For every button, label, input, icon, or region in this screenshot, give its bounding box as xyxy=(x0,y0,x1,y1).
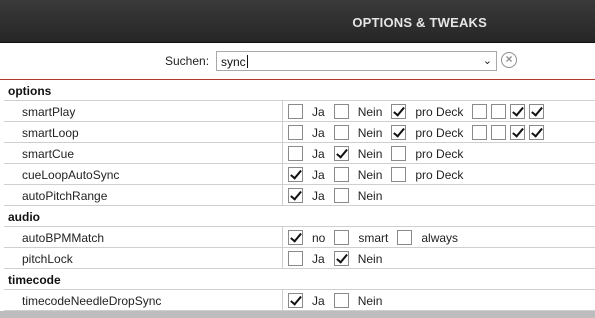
checkbox-label: Nein xyxy=(357,104,383,119)
deck-checkbox-4[interactable] xyxy=(529,125,545,140)
checkbox-label: Nein xyxy=(357,188,383,203)
checkbox-ja[interactable] xyxy=(288,167,303,182)
checkbox-label: Nein xyxy=(357,146,383,161)
checkbox-label: Nein xyxy=(357,125,383,140)
column-divider xyxy=(282,164,283,185)
option-controls: no smart always xyxy=(288,229,467,246)
checkbox-label: Ja xyxy=(312,146,325,161)
option-controls: Ja Nein xyxy=(288,187,391,204)
deck-checkbox-1[interactable] xyxy=(472,104,488,119)
checkbox-no[interactable] xyxy=(288,230,303,245)
checkbox-label: Ja xyxy=(312,188,325,203)
checkbox-label: no xyxy=(312,230,326,245)
option-controls: Ja Nein pro Deck xyxy=(288,166,472,183)
chevron-down-icon[interactable]: ⌄ xyxy=(483,54,492,67)
option-row-pitchLock: pitchLock Ja Nein xyxy=(4,248,595,269)
option-controls: Ja Nein pro Deck xyxy=(288,103,545,120)
option-name: smartPlay xyxy=(22,105,76,119)
search-input[interactable]: sync ⌄ xyxy=(216,51,497,71)
checkbox-label: pro Deck xyxy=(415,125,464,140)
search-label: Suchen: xyxy=(165,54,210,68)
checkbox-ja[interactable] xyxy=(288,251,303,266)
option-name: smartCue xyxy=(22,147,75,161)
column-divider xyxy=(282,248,283,269)
checkbox-label: Ja xyxy=(312,125,325,140)
deck-checkbox-2[interactable] xyxy=(491,125,507,140)
checkbox-nein[interactable] xyxy=(333,146,349,161)
deck-checkbox-3[interactable] xyxy=(510,125,526,140)
checkbox-nein[interactable] xyxy=(333,293,349,308)
checkbox-label: pro Deck xyxy=(415,146,464,161)
option-row-autoBPMMatch: autoBPMMatch no smart always xyxy=(4,227,595,248)
column-divider xyxy=(282,122,283,143)
option-name: timecodeNeedleDropSync xyxy=(22,294,162,308)
option-row-cueLoopAutoSync: cueLoopAutoSync Ja Nein pro Deck xyxy=(4,164,595,185)
column-divider xyxy=(282,143,283,164)
column-divider xyxy=(282,227,283,248)
column-divider xyxy=(282,290,283,311)
checkbox-nein[interactable] xyxy=(333,188,349,203)
checkbox-pro-deck[interactable] xyxy=(391,104,407,119)
checkbox-nein[interactable] xyxy=(333,251,349,266)
horizontal-scrollbar[interactable] xyxy=(0,311,595,318)
option-name: cueLoopAutoSync xyxy=(22,168,120,182)
checkbox-smart[interactable] xyxy=(334,230,350,245)
checkbox-nein[interactable] xyxy=(333,125,349,140)
checkbox-label: Ja xyxy=(312,104,325,119)
checkbox-label: pro Deck xyxy=(415,167,464,182)
checkbox-label: pro Deck xyxy=(415,104,464,119)
checkbox-label: always xyxy=(421,230,459,245)
option-controls: Ja Nein pro Deck xyxy=(288,124,545,141)
checkbox-label: Nein xyxy=(357,293,383,308)
text-cursor xyxy=(247,55,248,68)
checkbox-pro-deck[interactable] xyxy=(391,125,407,140)
deck-checkbox-1[interactable] xyxy=(472,125,488,140)
title-bar: OPTIONS & TWEAKS xyxy=(0,0,595,43)
checkbox-nein[interactable] xyxy=(333,104,349,119)
column-divider xyxy=(282,101,283,122)
option-row-autoPitchRange: autoPitchRange Ja Nein xyxy=(4,185,595,206)
options-table: options smartPlay Ja Nein pro Deck smartLoop J… xyxy=(4,80,595,311)
option-row-timecodeNeedleDropSync: timecodeNeedleDropSync Ja Nein xyxy=(4,290,595,311)
option-row-smartLoop: smartLoop Ja Nein pro Deck xyxy=(4,122,595,143)
checkbox-pro-deck[interactable] xyxy=(391,167,407,182)
checkbox-ja[interactable] xyxy=(288,125,303,140)
checkbox-label: smart xyxy=(358,230,389,245)
window-title: OPTIONS & TWEAKS xyxy=(352,15,487,30)
column-divider xyxy=(282,185,283,206)
option-name: pitchLock xyxy=(22,252,73,266)
option-row-smartCue: smartCue Ja Nein pro Deck xyxy=(4,143,595,164)
checkbox-label: Ja xyxy=(312,251,325,266)
checkbox-ja[interactable] xyxy=(288,188,303,203)
deck-checkbox-2[interactable] xyxy=(491,104,507,119)
checkbox-ja[interactable] xyxy=(288,293,303,308)
checkbox-pro-deck[interactable] xyxy=(391,146,407,161)
option-name: autoBPMMatch xyxy=(22,231,105,245)
deck-checkbox-4[interactable] xyxy=(529,104,545,119)
checkbox-label: Ja xyxy=(312,167,325,182)
checkbox-label: Nein xyxy=(357,167,383,182)
option-name: smartLoop xyxy=(22,126,79,140)
checkbox-nein[interactable] xyxy=(333,167,349,182)
checkbox-label: Nein xyxy=(357,251,383,266)
clear-search-icon[interactable]: × xyxy=(501,52,517,68)
checkbox-ja[interactable] xyxy=(288,146,303,161)
option-controls: Ja Nein xyxy=(288,292,391,309)
section-header-audio: audio xyxy=(4,206,595,227)
section-header-timecode: timecode xyxy=(4,269,595,290)
deck-checkbox-3[interactable] xyxy=(510,104,526,119)
checkbox-label: Ja xyxy=(312,293,325,308)
option-controls: Ja Nein pro Deck xyxy=(288,145,472,162)
option-name: autoPitchRange xyxy=(22,189,108,203)
option-controls: Ja Nein xyxy=(288,250,391,267)
search-bar: Suchen: sync ⌄ × xyxy=(0,43,595,80)
checkbox-always[interactable] xyxy=(397,230,413,245)
checkbox-ja[interactable] xyxy=(288,104,303,119)
section-header-options: options xyxy=(4,80,595,101)
option-row-smartPlay: smartPlay Ja Nein pro Deck xyxy=(4,101,595,122)
search-value: sync xyxy=(221,55,246,69)
